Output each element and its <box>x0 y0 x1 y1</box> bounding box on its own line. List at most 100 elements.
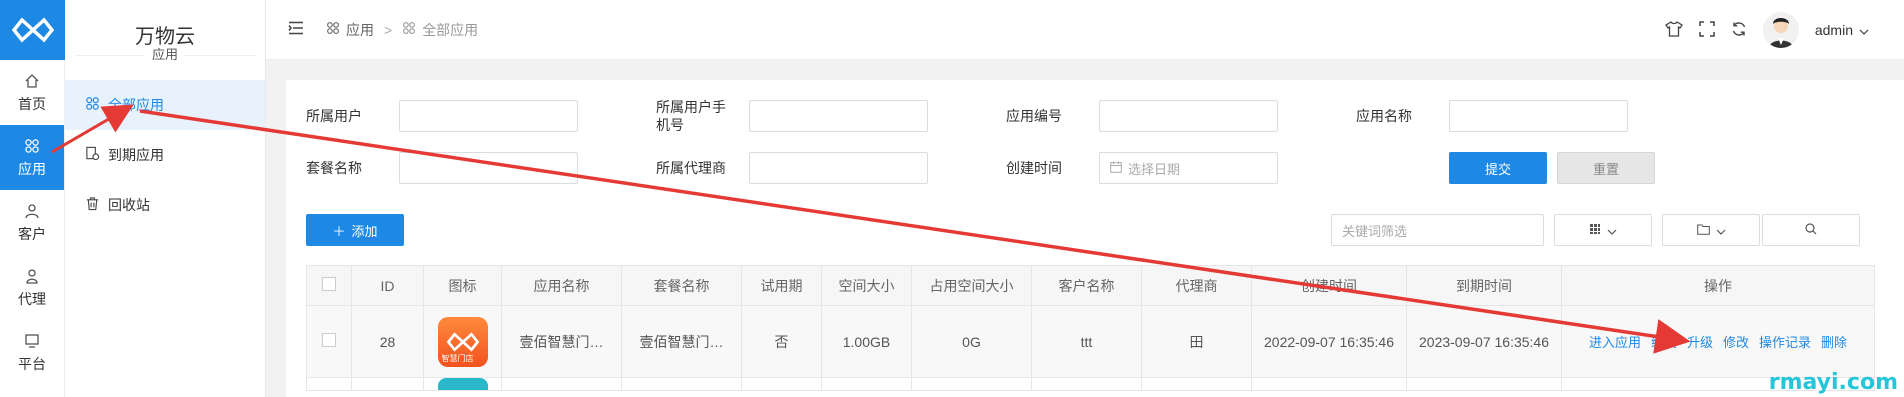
cell-created: 2022-09-07 16:35:46 <box>1251 305 1407 378</box>
subnav-subtitle: 应用 <box>65 44 265 66</box>
row-checkbox[interactable] <box>322 333 336 347</box>
app-icon-caption: 智慧门店 <box>441 353 474 363</box>
cell-space: 1.00GB <box>821 305 912 378</box>
subnav-item-expired-apps[interactable]: 到期应用 <box>65 130 265 180</box>
apps-icon <box>326 21 340 38</box>
avatar[interactable] <box>1762 12 1799 48</box>
owner-user-input[interactable] <box>399 100 578 132</box>
renew-link[interactable]: 续费 <box>1651 332 1677 351</box>
select-all-cell[interactable] <box>306 265 352 306</box>
add-button-label: 添加 <box>351 223 378 239</box>
rail-item-home[interactable]: 首页 <box>0 60 64 125</box>
app-name-input[interactable] <box>1449 100 1628 132</box>
cell-customer: ttt <box>1031 305 1142 378</box>
rail-item-agents[interactable]: 代理 <box>0 255 64 320</box>
refresh-icon[interactable] <box>1731 21 1747 40</box>
column-header: 占用空间大小 <box>911 265 1032 306</box>
menu-toggle-icon[interactable] <box>288 21 308 38</box>
breadcrumb-item-current: 全部应用 <box>422 21 479 38</box>
column-header: 创建时间 <box>1251 265 1407 306</box>
column-header: 试用期 <box>741 265 822 306</box>
submit-button[interactable]: 提交 <box>1449 152 1547 184</box>
app-name-label: 应用名称 <box>1356 108 1412 124</box>
rail-item-label: 应用 <box>18 160 46 177</box>
column-header: ID <box>351 265 424 306</box>
operation-log-link[interactable]: 操作记录 <box>1759 332 1811 351</box>
apps-table: ID 图标 应用名称 套餐名称 试用期 空间大小 占用空间大小 客户名称 代理商… <box>306 265 1875 391</box>
cell-package-name: 壹佰智慧门… <box>621 305 742 378</box>
breadcrumb-separator: > <box>384 21 393 38</box>
add-button[interactable]: ＋ 添加 <box>306 214 404 246</box>
row-actions: 进入应用 续费 升级 修改 操作记录 删除 <box>1563 332 1874 351</box>
reset-button[interactable]: 重置 <box>1557 152 1655 184</box>
subnav-item-label: 全部应用 <box>108 97 164 113</box>
rail-item-apps[interactable]: 应用 <box>0 125 64 190</box>
owner-phone-input[interactable] <box>749 100 928 132</box>
agent-label: 所属代理商 <box>656 160 726 176</box>
content-card: 所属用户 所属用户手机号 应用编号 应用名称 套餐名称 所属代理商 创建时间 选… <box>286 80 1904 397</box>
enter-app-link[interactable]: 进入应用 <box>1589 332 1641 351</box>
rail-item-customers[interactable]: 客户 <box>0 190 64 255</box>
subnav-title: 万物云 <box>135 26 195 48</box>
edit-link[interactable]: 修改 <box>1723 332 1749 351</box>
logo[interactable] <box>0 0 65 60</box>
table-row[interactable]: 28 智慧门店 壹佰智慧门… 壹佰智慧门… 否 1.00GB 0G ttt 田 … <box>306 305 1875 378</box>
user-menu[interactable]: admin <box>1815 22 1869 38</box>
sub-nav: 万物云 应用 全部应用 到期应用 回收站 <box>65 0 266 397</box>
platform-icon <box>23 332 41 350</box>
column-header: 客户名称 <box>1031 265 1142 306</box>
search-button[interactable] <box>1762 214 1860 246</box>
rail-item-platform[interactable]: 平台 <box>0 320 64 385</box>
column-header: 到期时间 <box>1406 265 1562 306</box>
date-picker-input[interactable]: 选择日期 <box>1099 152 1278 184</box>
table-header-row: ID 图标 应用名称 套餐名称 试用期 空间大小 占用空间大小 客户名称 代理商… <box>306 265 1875 306</box>
fullscreen-icon[interactable] <box>1699 20 1715 40</box>
watermark: rmayi.com <box>1768 370 1898 395</box>
apps-icon <box>402 21 416 38</box>
theme-shirt-icon[interactable] <box>1664 20 1683 40</box>
rail-item-label: 客户 <box>18 225 46 242</box>
column-header: 应用名称 <box>501 265 622 306</box>
column-header: 代理商 <box>1141 265 1252 306</box>
rail-item-label: 平台 <box>18 355 46 372</box>
chevron-down-icon <box>1607 223 1617 238</box>
app-no-label: 应用编号 <box>1006 108 1062 124</box>
subnav-item-all-apps[interactable]: 全部应用 <box>65 80 265 130</box>
cell-app-name: 壹佰智慧门… <box>501 305 622 378</box>
app-no-input[interactable] <box>1099 100 1278 132</box>
cell-used-space: 0G <box>911 305 1032 378</box>
folder-icon <box>1696 223 1710 238</box>
chevron-down-icon <box>1716 223 1726 238</box>
upgrade-link[interactable]: 升级 <box>1687 332 1713 351</box>
table-row <box>306 377 1875 391</box>
search-icon <box>1805 222 1817 238</box>
owner-user-label: 所属用户 <box>306 108 362 124</box>
calendar-icon <box>1110 161 1122 176</box>
keyword-filter-input[interactable]: 关键词筛选 <box>1331 214 1544 246</box>
column-header: 图标 <box>423 265 502 306</box>
rail-item-label: 代理 <box>18 290 46 307</box>
cell-id: 28 <box>351 305 424 378</box>
logo-icon <box>446 331 479 352</box>
cell-expires: 2023-09-07 16:35:46 <box>1406 305 1562 378</box>
cell-trial: 否 <box>741 305 822 378</box>
select-all-checkbox[interactable] <box>322 277 336 291</box>
logo-icon <box>11 17 54 43</box>
export-button[interactable] <box>1662 214 1760 246</box>
trash-icon <box>85 196 100 214</box>
column-toggle-button[interactable] <box>1554 214 1652 246</box>
header-tools: admin <box>1664 0 1869 60</box>
date-placeholder: 选择日期 <box>1128 161 1181 177</box>
cell-ops: 进入应用 续费 升级 修改 操作记录 删除 <box>1561 305 1875 378</box>
breadcrumb: 应用 > 全部应用 <box>326 20 478 40</box>
package-name-input[interactable] <box>399 152 578 184</box>
subnav-item-recycle-bin[interactable]: 回收站 <box>65 180 265 230</box>
column-header: 空间大小 <box>821 265 912 306</box>
expired-doc-icon <box>85 146 100 164</box>
top-header: 应用 > 全部应用 admin <box>266 0 1904 60</box>
column-header: 操作 <box>1561 265 1875 306</box>
row-select-cell[interactable] <box>306 305 352 378</box>
delete-link[interactable]: 删除 <box>1821 332 1847 351</box>
agent-input[interactable] <box>749 152 928 184</box>
breadcrumb-item[interactable]: 应用 <box>346 20 374 40</box>
